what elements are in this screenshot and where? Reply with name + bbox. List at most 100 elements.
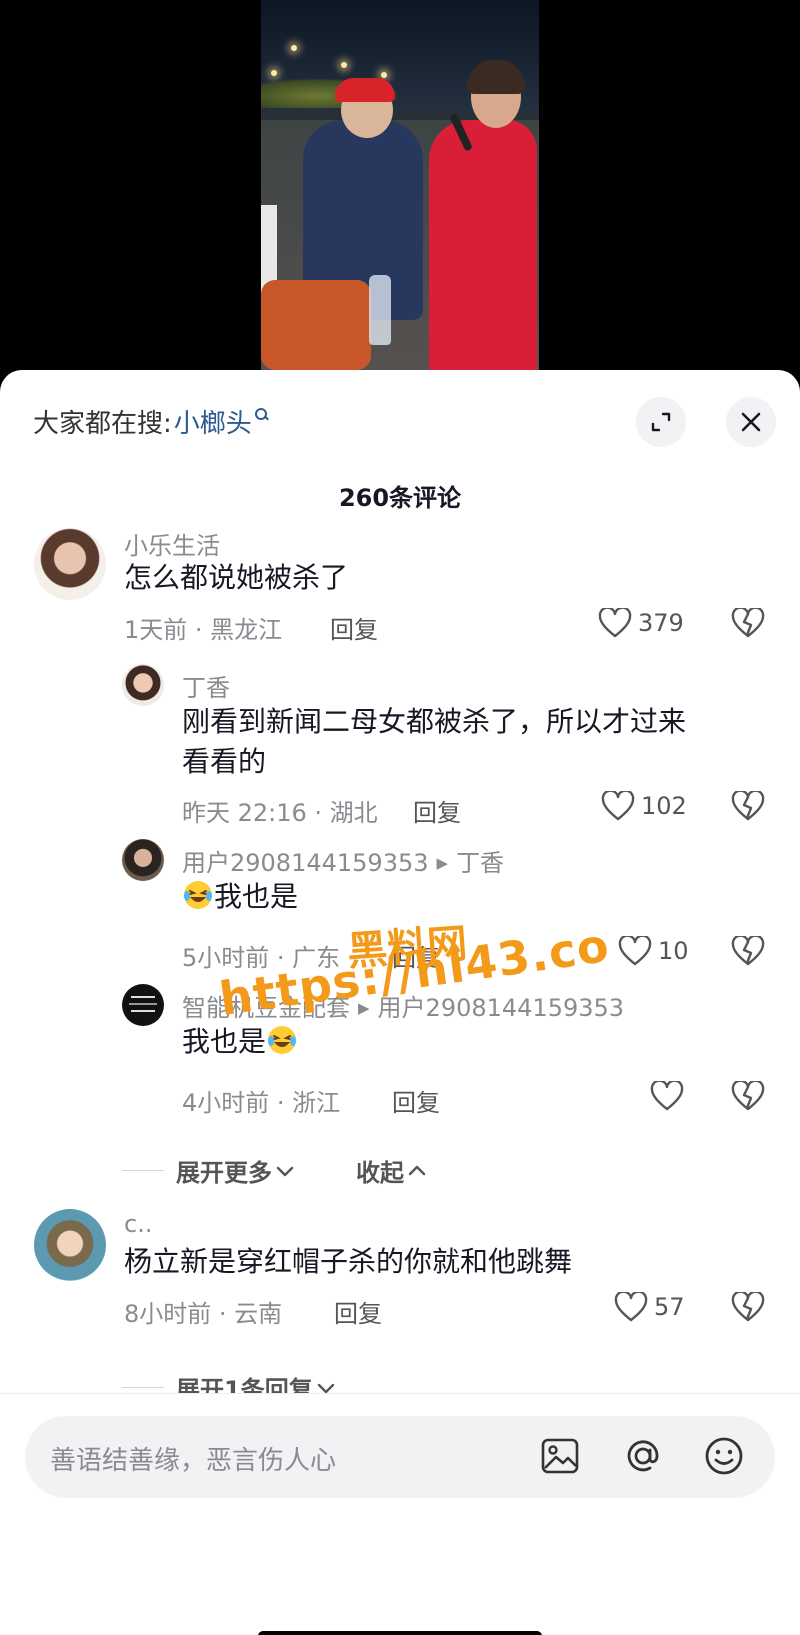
street-light xyxy=(291,45,297,51)
close-icon xyxy=(741,412,761,432)
comment-input-placeholder[interactable]: 善语结善缘，恶言伤人心 xyxy=(50,1440,336,1477)
search-term-link[interactable]: 小榔头 xyxy=(174,403,252,440)
divider xyxy=(122,1387,164,1388)
video-player[interactable] xyxy=(0,0,800,380)
street-light xyxy=(271,70,277,76)
broken-heart-icon xyxy=(731,934,765,966)
red-cap xyxy=(335,78,395,102)
comment-username[interactable]: c.. xyxy=(124,1210,152,1238)
comment-meta: 1天前 · 黑龙江 xyxy=(124,616,283,644)
mention-icon xyxy=(627,1440,659,1472)
expand-button[interactable] xyxy=(636,397,686,447)
reply-item: 用户2908144159353 ▶ 丁香 我也是 5小时前 · 广东 回复 10 xyxy=(0,835,800,980)
image-icon xyxy=(541,1438,579,1474)
heart-icon xyxy=(618,936,652,966)
chevron-up-icon xyxy=(408,1165,426,1175)
comment-item: c.. 杨立新是穿红帽子杀的你就和他跳舞 8小时前 · 云南 回复 57 xyxy=(0,1200,800,1350)
image-button[interactable] xyxy=(538,1434,582,1478)
reply-author[interactable]: 智能机豆金配套 xyxy=(182,994,350,1022)
like-button[interactable]: 10 xyxy=(618,936,689,966)
like-count: 102 xyxy=(641,792,687,820)
reply-button[interactable]: 回复 xyxy=(392,938,440,973)
like-button[interactable] xyxy=(650,1081,690,1111)
comment-count: 260条评论 xyxy=(338,484,462,512)
comment-username[interactable]: 丁香 xyxy=(182,668,230,703)
comment-text: 我也是 xyxy=(182,877,298,917)
chevron-down-icon xyxy=(317,1383,334,1393)
reply-button[interactable]: 回复 xyxy=(392,1083,440,1118)
like-button[interactable]: 379 xyxy=(598,608,684,638)
like-count: 57 xyxy=(654,1293,685,1321)
dislike-button[interactable] xyxy=(731,789,765,825)
expand-more-button[interactable]: 展开更多 xyxy=(176,1153,294,1188)
collapse-label[interactable]: 收起 xyxy=(356,1153,404,1188)
dislike-button[interactable] xyxy=(731,1079,765,1115)
like-count: 379 xyxy=(638,609,684,637)
orange-roll xyxy=(261,280,371,370)
comment-username[interactable]: 智能机豆金配套 ▶ 用户2908144159353 xyxy=(182,988,624,1023)
video-frame[interactable] xyxy=(261,0,539,380)
avatar[interactable] xyxy=(34,1209,106,1281)
avatar-text-line xyxy=(129,1003,157,1005)
comment-text-body: 我也是 xyxy=(182,1025,267,1058)
woman-figure xyxy=(429,120,537,380)
comment-meta: 5小时前 · 广东 xyxy=(182,944,341,972)
broken-heart-icon xyxy=(731,1079,765,1111)
broken-heart-icon xyxy=(731,1290,765,1322)
reply-author[interactable]: 用户2908144159353 xyxy=(182,849,429,877)
comment-input-bar: 善语结善缘，恶言伤人心 xyxy=(0,1393,800,1635)
comment-text: 刚看到新闻二母女都被杀了，所以才过来 xyxy=(182,705,687,738)
emoji-button[interactable] xyxy=(702,1434,746,1478)
reply-arrow-icon: ▶ xyxy=(436,854,449,872)
comment-text: 杨立新是穿红帽子杀的你就和他跳舞 xyxy=(124,1245,573,1278)
expand-icon xyxy=(651,412,671,432)
comment-meta: 昨天 22:16 · 湖北 xyxy=(182,799,378,827)
comment-username[interactable]: 小乐生活 xyxy=(124,526,220,561)
avatar[interactable] xyxy=(122,984,164,1026)
avatar-text-line xyxy=(131,1010,155,1012)
thread-controls: 展开更多 收起 xyxy=(122,1153,426,1188)
mention-button[interactable] xyxy=(621,1434,665,1478)
like-button[interactable]: 57 xyxy=(614,1292,685,1322)
like-count: 10 xyxy=(658,937,689,965)
home-indicator[interactable] xyxy=(258,1631,542,1635)
reply-target[interactable]: 丁香 xyxy=(456,849,504,877)
reply-item: 智能机豆金配套 ▶ 用户2908144159353 我也是 4小时前 · 浙江 回复 xyxy=(0,980,800,1130)
comment-text: 看看的 xyxy=(182,745,267,778)
chevron-down-icon xyxy=(276,1166,294,1176)
avatar[interactable] xyxy=(122,839,164,881)
collapse-button[interactable]: 收起 xyxy=(356,1153,426,1188)
comment-meta: 4小时前 · 浙江 xyxy=(182,1089,341,1117)
comment-username[interactable]: 用户2908144159353 ▶ 丁香 xyxy=(182,843,504,878)
street-light xyxy=(341,62,347,68)
search-prefix: 大家都在搜: xyxy=(33,409,172,439)
reply-button[interactable]: 回复 xyxy=(330,610,378,645)
comment-text: 我也是 xyxy=(182,1022,298,1062)
emoji-icon xyxy=(705,1437,743,1475)
dislike-button[interactable] xyxy=(731,606,765,642)
dislike-button[interactable] xyxy=(731,934,765,970)
dislike-button[interactable] xyxy=(731,1290,765,1326)
reply-button[interactable]: 回复 xyxy=(334,1294,382,1329)
comment-item: 小乐生活 怎么都说她被杀了 1天前 · 黑龙江 回复 379 xyxy=(0,520,800,660)
reply-button[interactable]: 回复 xyxy=(413,793,461,828)
comment-text-body: 我也是 xyxy=(214,880,299,913)
like-button[interactable]: 102 xyxy=(601,791,687,821)
heart-icon xyxy=(601,791,635,821)
search-suggestion[interactable]: 大家都在搜: 小榔头 xyxy=(33,403,268,440)
avatar[interactable] xyxy=(122,664,164,706)
broken-heart-icon xyxy=(731,606,765,638)
heart-icon xyxy=(598,608,632,638)
reply-item: 丁香 刚看到新闻二母女都被杀了，所以才过来 看看的 昨天 22:16 · 湖北 … xyxy=(0,660,800,835)
reply-target[interactable]: 用户2908144159353 xyxy=(378,994,625,1022)
avatar[interactable] xyxy=(34,528,106,600)
sheet-header: 大家都在搜: 小榔头 xyxy=(0,370,800,470)
laughing-emoji xyxy=(268,1026,297,1054)
laughing-emoji xyxy=(184,881,212,909)
search-icon xyxy=(254,408,268,421)
close-button[interactable] xyxy=(726,397,776,447)
avatar-text-line xyxy=(131,996,155,998)
comment-meta: 8小时前 · 云南 xyxy=(124,1300,283,1328)
expand-more-label[interactable]: 展开更多 xyxy=(176,1153,272,1188)
reply-arrow-icon: ▶ xyxy=(358,999,370,1017)
